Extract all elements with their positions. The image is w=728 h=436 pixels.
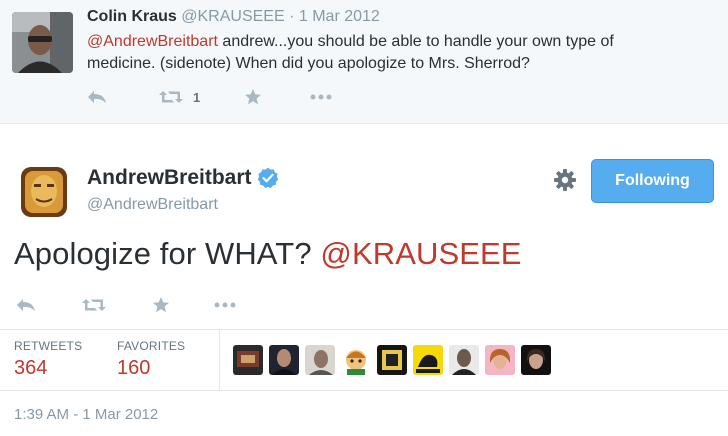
reply-tweet-actions: 1 — [87, 86, 332, 108]
favoriter-avatar[interactable] — [305, 345, 335, 375]
favorite-icon[interactable] — [152, 296, 170, 314]
reply-icon[interactable] — [16, 297, 36, 313]
favoriter-avatar[interactable] — [269, 345, 299, 375]
following-button[interactable]: Following — [591, 159, 714, 203]
reply-tweet-time[interactable]: 1 Mar 2012 — [299, 8, 380, 25]
reply-author-handle[interactable]: @KRAUSEEE — [181, 8, 284, 25]
main-author-name-text: AndrewBreitbart — [87, 166, 252, 189]
retweet-icon — [159, 89, 183, 105]
tweet-stats: RETWEETS 364 FAVORITES 160 — [0, 330, 728, 390]
favoriter-avatar[interactable] — [521, 345, 551, 375]
retweets-value: 364 — [14, 357, 48, 379]
retweet-action[interactable]: 1 — [159, 89, 200, 105]
favorites-label: FAVORITES — [117, 339, 186, 353]
reply-tweet-text: @AndrewBreitbart andrew...you should be … — [87, 31, 717, 75]
reply-author-name[interactable]: Colin Kraus — [87, 8, 177, 25]
reply-tweet-header: Colin Kraus @KRAUSEEE · 1 Mar 2012 — [87, 8, 380, 26]
main-author-name[interactable]: AndrewBreitbart — [87, 166, 279, 190]
favoriter-avatars — [233, 345, 557, 375]
stats-bottom-divider — [0, 390, 728, 391]
andrew-breitbart-avatar[interactable] — [14, 161, 74, 221]
reply-icon[interactable] — [87, 89, 107, 105]
tweet-timestamp[interactable]: 1:39 AM - 1 Mar 2012 — [14, 406, 158, 423]
favorite-icon[interactable] — [244, 88, 262, 106]
favoriter-avatar[interactable] — [377, 345, 407, 375]
more-icon[interactable] — [214, 302, 236, 308]
more-icon[interactable] — [310, 94, 332, 100]
gear-icon[interactable] — [553, 168, 577, 192]
verified-badge-icon — [257, 167, 279, 189]
retweet-count: 1 — [193, 89, 201, 105]
favoriter-avatar[interactable] — [233, 345, 263, 375]
favoriter-avatar[interactable] — [485, 345, 515, 375]
favorites-stat[interactable]: FAVORITES 160 — [117, 339, 185, 380]
reply-text-line2: medicine. (sidenote) When did you apolog… — [87, 55, 530, 72]
main-mention-link[interactable]: @KRAUSEEE — [320, 236, 521, 271]
favorites-value: 160 — [117, 357, 151, 379]
retweets-label: RETWEETS — [14, 339, 83, 353]
main-tweet-body: Apologize for WHAT? — [14, 236, 321, 271]
favoriter-avatar[interactable] — [413, 345, 443, 375]
favoriter-avatar[interactable] — [449, 345, 479, 375]
reply-mention-link[interactable]: @AndrewBreitbart — [87, 33, 218, 50]
retweets-stat[interactable]: RETWEETS 364 — [14, 339, 82, 380]
retweet-icon[interactable] — [82, 297, 106, 313]
main-tweet-actions — [16, 293, 236, 317]
stats-vertical-divider — [219, 330, 220, 390]
reply-tweet[interactable]: Colin Kraus @KRAUSEEE · 1 Mar 2012 @Andr… — [0, 0, 728, 124]
favoriter-avatar[interactable] — [341, 345, 371, 375]
header-separator: · — [289, 8, 295, 25]
colin-kraus-avatar[interactable] — [12, 12, 73, 73]
reply-text-line1: andrew...you should be able to handle yo… — [217, 33, 614, 50]
main-tweet-text: Apologize for WHAT? @KRAUSEEE — [14, 236, 522, 272]
main-author-handle[interactable]: @AndrewBreitbart — [87, 196, 218, 214]
